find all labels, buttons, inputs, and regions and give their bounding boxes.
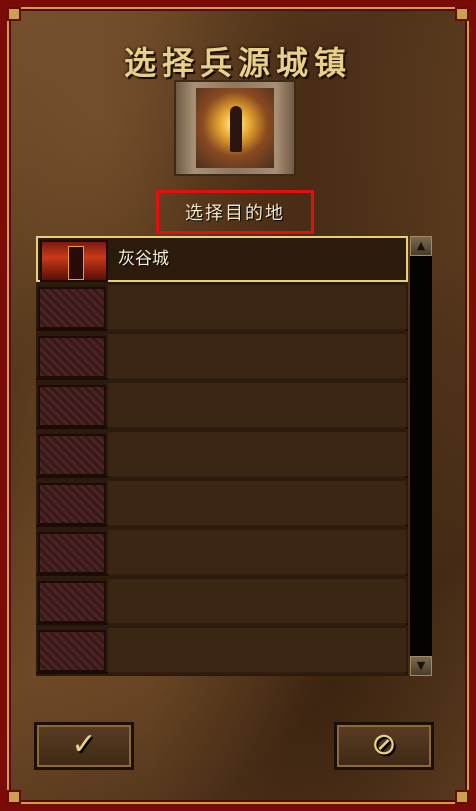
empty-slot-thumbnail — [38, 434, 106, 476]
empty-slot-cell — [108, 579, 406, 625]
town-row-empty[interactable] — [36, 383, 408, 429]
scroll-up-button[interactable]: ▲ — [410, 236, 432, 256]
town-row-empty[interactable] — [36, 530, 408, 576]
caster-figure — [230, 106, 242, 152]
spell-glow — [196, 88, 274, 168]
frame-corner — [7, 790, 21, 804]
empty-slot-cell — [108, 383, 406, 429]
empty-slot-thumbnail — [38, 630, 106, 672]
list-scrollbar[interactable]: ▲ ▼ — [410, 236, 432, 676]
town-list[interactable]: 灰谷城 — [36, 236, 408, 676]
checkmark-icon: ✓ — [71, 727, 97, 762]
empty-slot-cell — [108, 334, 406, 380]
scroll-down-button[interactable]: ▼ — [410, 656, 432, 676]
cancel-button[interactable]: ⊘ — [334, 722, 434, 770]
empty-slot-thumbnail — [38, 385, 106, 427]
castle-tower-icon — [68, 246, 84, 280]
frame-corner — [455, 7, 469, 21]
town-name: 灰谷城 — [118, 249, 169, 269]
cancel-icon: ⊘ — [371, 727, 397, 762]
empty-slot-cell — [108, 481, 406, 527]
dialog-title: 选择兵源城镇 — [123, 44, 352, 82]
town-row-selected[interactable]: 灰谷城 — [36, 236, 408, 282]
empty-slot-thumbnail — [38, 581, 106, 623]
town-row-empty[interactable] — [36, 579, 408, 625]
destination-label: 选择目的地 — [156, 190, 314, 234]
frame-corner — [455, 790, 469, 804]
empty-slot-thumbnail — [38, 483, 106, 525]
empty-slot-cell — [108, 628, 406, 674]
empty-slot-cell — [108, 432, 406, 478]
empty-slot-cell — [108, 285, 406, 331]
empty-slot-cell — [108, 530, 406, 576]
town-row-empty[interactable] — [36, 628, 408, 674]
empty-slot-thumbnail — [38, 287, 106, 329]
town-row-empty[interactable] — [36, 432, 408, 478]
empty-slot-thumbnail — [38, 336, 106, 378]
town-row-empty[interactable] — [36, 481, 408, 527]
town-row-empty[interactable] — [36, 334, 408, 380]
empty-slot-thumbnail — [38, 532, 106, 574]
spell-scroll-icon — [174, 80, 296, 176]
frame-corner — [7, 7, 21, 21]
town-row-empty[interactable] — [36, 285, 408, 331]
confirm-button[interactable]: ✓ — [34, 722, 134, 770]
town-thumbnail — [40, 240, 108, 282]
